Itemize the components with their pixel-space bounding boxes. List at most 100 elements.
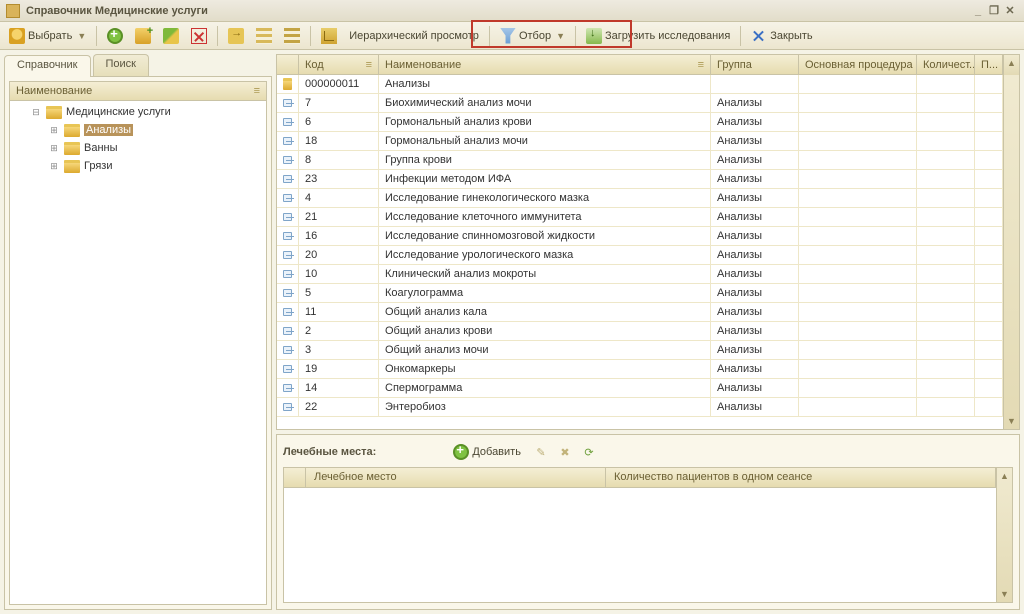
hier-view-button[interactable]: Иерархический просмотр: [344, 25, 484, 47]
tab-search[interactable]: Поиск: [93, 54, 149, 76]
scrollbar[interactable]: ▲ ▼: [996, 468, 1012, 602]
cell-code: 16: [299, 227, 379, 245]
minimize-button[interactable]: _: [970, 5, 986, 17]
close-button[interactable]: Закрыть: [746, 25, 817, 47]
expand-icon[interactable]: ⊞: [48, 125, 60, 136]
delete-button[interactable]: [186, 25, 212, 47]
delete-place-button[interactable]: ✖: [556, 443, 574, 461]
col-qty[interactable]: Количест...: [917, 55, 975, 74]
col-qty[interactable]: Количество пациентов в одном сеансе: [606, 468, 996, 487]
col-proc[interactable]: Основная процедура: [799, 55, 917, 74]
col-group[interactable]: Группа: [711, 55, 799, 74]
main-grid: Код≡ Наименование≡ Группа Основная проце…: [276, 54, 1020, 430]
table-row[interactable]: 3Общий анализ мочиАнализы: [277, 341, 1003, 360]
hier2-button[interactable]: [279, 25, 305, 47]
select-button[interactable]: Выбрать▼: [4, 25, 91, 47]
col-icon[interactable]: [284, 468, 306, 487]
plus-icon: [453, 444, 469, 460]
tree-root[interactable]: ⊟ Медицинские услуги: [10, 103, 266, 121]
cell-code: 2: [299, 322, 379, 340]
table-row[interactable]: 16Исследование спинномозговой жидкостиАн…: [277, 227, 1003, 246]
col-name[interactable]: Наименование≡: [379, 55, 711, 74]
row-icon-cell: [277, 113, 299, 131]
scroll-up[interactable]: ▲: [1003, 55, 1019, 75]
table-row[interactable]: 8Группа кровиАнализы: [277, 151, 1003, 170]
cell-p: [975, 94, 1003, 112]
tree-item-baths[interactable]: ⊞ Ванны: [10, 139, 266, 157]
row-icon-cell: [277, 246, 299, 264]
filter-label: Отбор: [519, 30, 551, 42]
places-grid: Лечебное место Количество пациентов в од…: [283, 467, 1013, 603]
scroll-up[interactable]: ▲: [997, 468, 1012, 484]
tab-directory[interactable]: Справочник: [4, 55, 91, 77]
folder-icon: [283, 78, 292, 90]
cell-qty: [917, 303, 975, 321]
move-button[interactable]: [223, 25, 249, 47]
table-row[interactable]: 18Гормональный анализ мочиАнализы: [277, 132, 1003, 151]
table-row[interactable]: 000000011Анализы: [277, 75, 1003, 94]
grid-body[interactable]: 000000011Анализы7Биохимический анализ мо…: [277, 75, 1003, 429]
scroll-down[interactable]: ▼: [997, 586, 1012, 602]
table-row[interactable]: 23Инфекции методом ИФААнализы: [277, 170, 1003, 189]
restore-button[interactable]: ❐: [986, 4, 1002, 17]
add-folder-button[interactable]: [130, 25, 156, 47]
add-button[interactable]: [102, 25, 128, 47]
edit-button[interactable]: [158, 25, 184, 47]
expand-icon[interactable]: ⊞: [48, 161, 60, 172]
add-place-button[interactable]: Добавить: [448, 441, 526, 463]
hier1-button[interactable]: [251, 25, 277, 47]
sort-icon: ≡: [698, 59, 704, 71]
cell-code: 4: [299, 189, 379, 207]
item-icon: [283, 270, 292, 278]
cell-p: [975, 132, 1003, 150]
cell-name: Спермограмма: [379, 379, 711, 397]
tree-item-analyses[interactable]: ⊞ Анализы: [10, 121, 266, 139]
sort-icon[interactable]: ≡: [254, 85, 260, 97]
grid-header: Код≡ Наименование≡ Группа Основная проце…: [277, 55, 1003, 75]
col-code[interactable]: Код≡: [299, 55, 379, 74]
edit-place-button[interactable]: ✎: [532, 443, 550, 461]
cell-name: Гормональный анализ крови: [379, 113, 711, 131]
scrollbar[interactable]: ▼: [1003, 75, 1019, 429]
col-icon[interactable]: [277, 55, 299, 74]
tree-header-label: Наименование: [16, 85, 92, 97]
table-row[interactable]: 22ЭнтеробиозАнализы: [277, 398, 1003, 417]
table-row[interactable]: 4Исследование гинекологического мазкаАна…: [277, 189, 1003, 208]
cell-proc: [799, 170, 917, 188]
cell-group: Анализы: [711, 151, 799, 169]
col-p[interactable]: П...: [975, 55, 1003, 74]
table-row[interactable]: 2Общий анализ кровиАнализы: [277, 322, 1003, 341]
table-row[interactable]: 19ОнкомаркерыАнализы: [277, 360, 1003, 379]
cell-p: [975, 341, 1003, 359]
refresh-button[interactable]: ⟳: [580, 443, 598, 461]
cell-proc: [799, 113, 917, 131]
cell-p: [975, 208, 1003, 226]
table-row[interactable]: 14СпермограммаАнализы: [277, 379, 1003, 398]
col-place[interactable]: Лечебное место: [306, 468, 606, 487]
table-row[interactable]: 6Гормональный анализ кровиАнализы: [277, 113, 1003, 132]
table-row[interactable]: 7Биохимический анализ мочиАнализы: [277, 94, 1003, 113]
cell-p: [975, 246, 1003, 264]
tree-item-mud[interactable]: ⊞ Грязи: [10, 157, 266, 175]
table-row[interactable]: 20Исследование урологического мазкаАнали…: [277, 246, 1003, 265]
close-window-button[interactable]: ✕: [1002, 4, 1018, 17]
load-research-button[interactable]: Загрузить исследования: [581, 25, 735, 47]
hier-tree-button[interactable]: [316, 25, 342, 47]
expand-icon[interactable]: ⊞: [48, 143, 60, 154]
table-row[interactable]: 21Исследование клеточного иммунитетаАнал…: [277, 208, 1003, 227]
cell-qty: [917, 284, 975, 302]
table-row[interactable]: 5КоагулограммаАнализы: [277, 284, 1003, 303]
cell-name: Коагулограмма: [379, 284, 711, 302]
item-icon: [283, 346, 292, 354]
sort-icon: ≡: [366, 59, 372, 71]
cell-qty: [917, 227, 975, 245]
filter-button[interactable]: Отбор▼: [495, 25, 570, 47]
row-icon-cell: [277, 303, 299, 321]
collapse-icon[interactable]: ⊟: [30, 107, 42, 118]
cell-proc: [799, 360, 917, 378]
cell-group: Анализы: [711, 113, 799, 131]
table-row[interactable]: 11Общий анализ калаАнализы: [277, 303, 1003, 322]
table-row[interactable]: 10Клинический анализ мокротыАнализы: [277, 265, 1003, 284]
tree-header[interactable]: Наименование ≡: [9, 81, 267, 101]
scroll-down[interactable]: ▼: [1004, 413, 1019, 429]
